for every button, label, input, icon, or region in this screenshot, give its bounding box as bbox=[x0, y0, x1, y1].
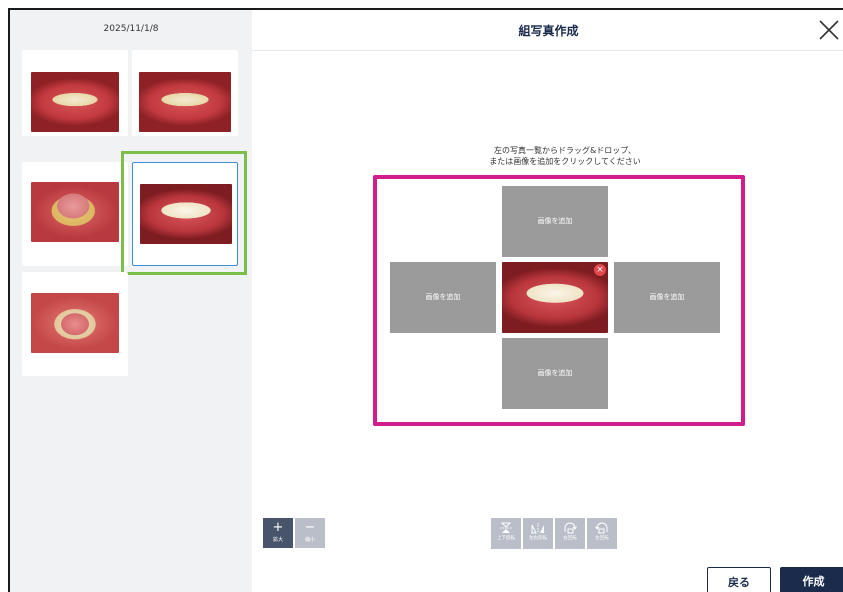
close-button[interactable] bbox=[817, 18, 841, 42]
tool-label: 右回転 bbox=[563, 536, 577, 541]
dialog-title: 組写真作成 bbox=[252, 10, 843, 51]
flip-vertical-button[interactable]: 上下反転 bbox=[491, 518, 521, 549]
rotate-left-icon bbox=[595, 522, 608, 534]
add-image-slot-bottom[interactable]: 画像を追加 bbox=[502, 338, 608, 409]
center-slot-photo[interactable] bbox=[502, 262, 608, 333]
flip-horizontal-icon bbox=[531, 523, 544, 534]
dental-photo bbox=[31, 293, 119, 353]
add-image-slot-left[interactable]: 画像を追加 bbox=[390, 262, 496, 333]
create-button[interactable]: 作成 bbox=[780, 567, 843, 592]
dental-photo bbox=[139, 72, 231, 132]
instruction-text: 左の写真一覧からドラッグ&ドロップ、 または画像を追加をクリックしてください bbox=[400, 145, 730, 167]
back-button[interactable]: 戻る bbox=[707, 567, 771, 592]
rotate-left-button[interactable]: 左回転 bbox=[587, 518, 617, 549]
tool-label: 上下反転 bbox=[497, 536, 515, 541]
zoom-in-button[interactable]: + 拡大 bbox=[263, 518, 293, 548]
rotate-right-icon bbox=[564, 522, 577, 534]
photo-thumbnail[interactable] bbox=[22, 162, 128, 266]
photo-thumbnail[interactable] bbox=[22, 50, 128, 136]
dental-photo bbox=[31, 182, 119, 242]
remove-image-button[interactable]: × bbox=[594, 264, 606, 276]
zoom-out-button[interactable]: − 縮小 bbox=[295, 518, 325, 548]
photo-list-sidebar: 2025/11/1/8 bbox=[10, 10, 252, 592]
flip-vertical-icon bbox=[500, 522, 512, 533]
dental-photo bbox=[31, 72, 119, 132]
photo-thumbnail[interactable] bbox=[132, 50, 238, 136]
zoom-out-label: 縮小 bbox=[304, 537, 315, 543]
photo-thumbnail[interactable] bbox=[22, 272, 128, 376]
flip-horizontal-button[interactable]: 左右反転 bbox=[523, 518, 553, 549]
tool-label: 左回転 bbox=[595, 536, 609, 541]
zoom-in-label: 拡大 bbox=[272, 537, 283, 543]
instruction-line-2: または画像を追加をクリックしてください bbox=[489, 157, 641, 166]
close-icon bbox=[819, 20, 839, 40]
plus-icon: + bbox=[272, 520, 284, 535]
photo-date-label: 2025/11/1/8 bbox=[103, 24, 159, 34]
create-composite-dialog: 2025/11/1/8 組写真作成 左の写真一覧からドラッグ&ドロップ、 または… bbox=[8, 8, 843, 592]
rotate-right-button[interactable]: 右回転 bbox=[555, 518, 585, 549]
minus-icon: − bbox=[304, 520, 316, 535]
add-image-slot-top[interactable]: 画像を追加 bbox=[502, 186, 608, 257]
tool-label: 左右反転 bbox=[529, 536, 547, 541]
selection-highlight bbox=[121, 151, 247, 275]
add-image-slot-right[interactable]: 画像を追加 bbox=[614, 262, 720, 333]
instruction-line-1: 左の写真一覧からドラッグ&ドロップ、 bbox=[494, 146, 636, 155]
